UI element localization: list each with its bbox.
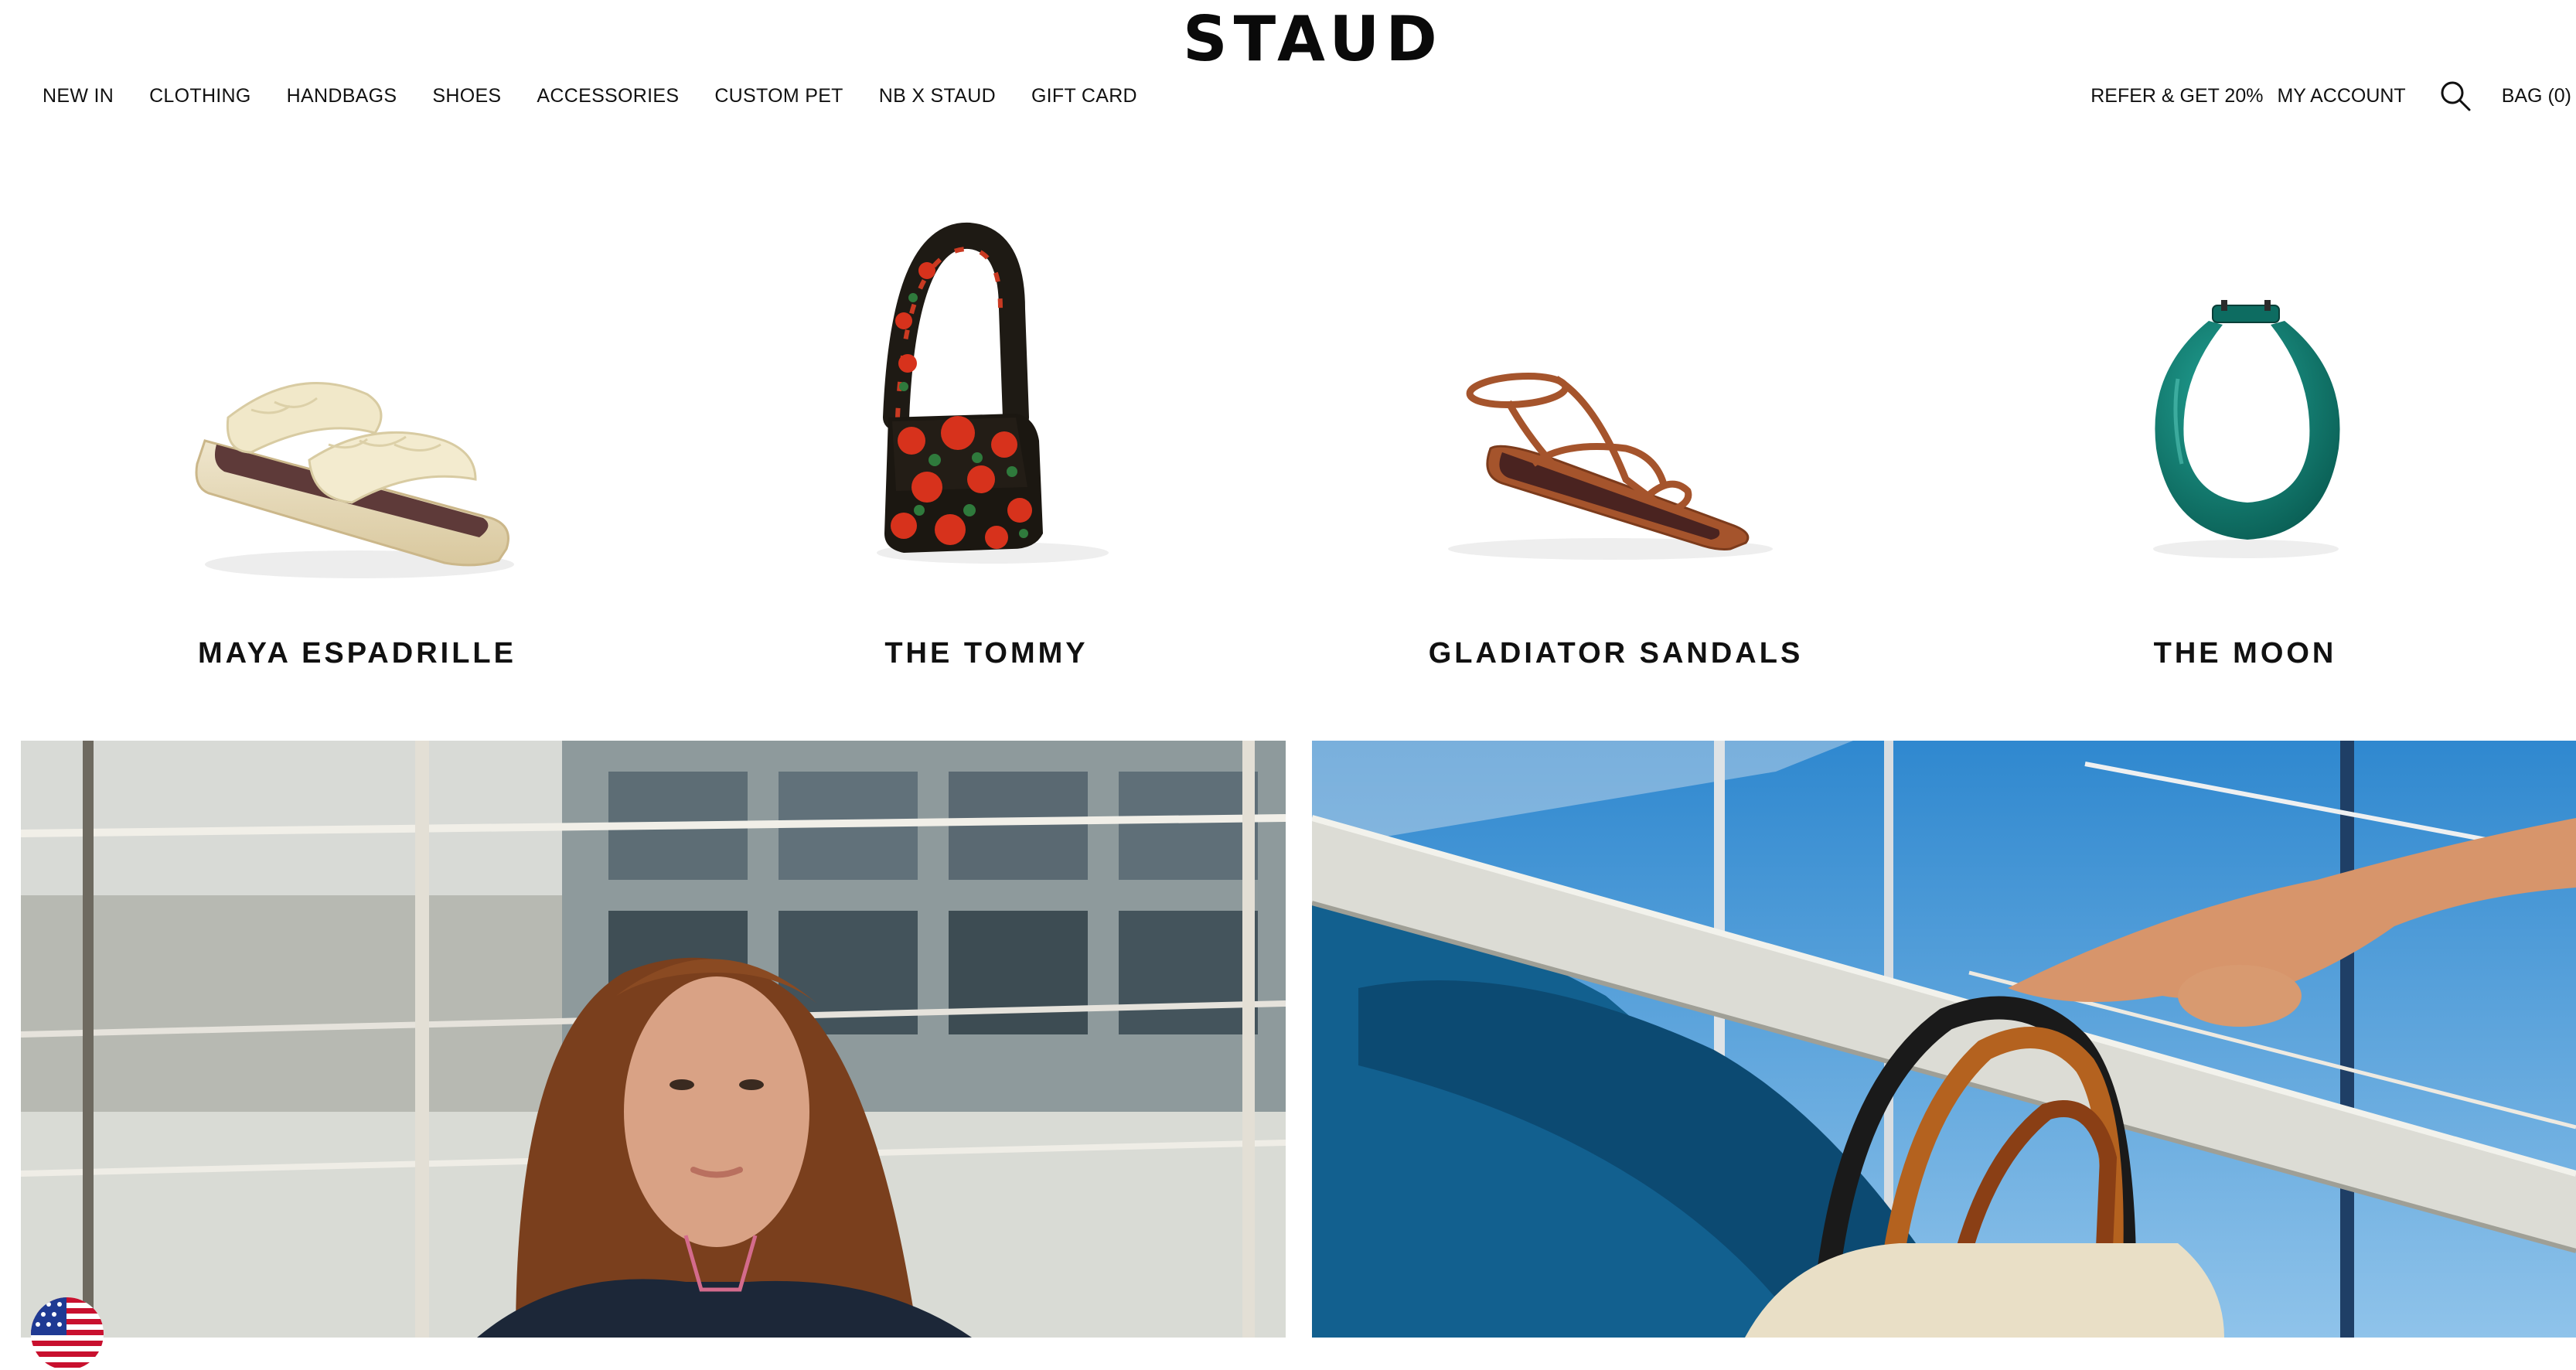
nav-nb-x-staud[interactable]: NB X STAUD <box>879 85 996 107</box>
nav-clothing[interactable]: CLOTHING <box>149 85 251 107</box>
model-photo <box>21 741 1286 1338</box>
nav-shoes[interactable]: SHOES <box>432 85 501 107</box>
refer-link[interactable]: REFER & GET 20% <box>2090 85 2263 107</box>
us-flag-icon[interactable] <box>31 1297 104 1370</box>
product-tile-gladiator-sandals[interactable]: GLADIATOR SANDALS <box>1301 186 1930 696</box>
product-tile-the-moon[interactable]: THE MOON <box>1930 186 2560 696</box>
product-name[interactable]: GLADIATOR SANDALS <box>1301 637 1930 670</box>
nav-new-in[interactable]: NEW IN <box>43 85 114 107</box>
bag-link[interactable]: BAG (0) <box>2502 85 2571 107</box>
moon-bag-image <box>2153 300 2340 558</box>
product-name[interactable]: THE MOON <box>1930 637 2560 670</box>
search-icon[interactable] <box>2438 79 2472 113</box>
nav-gift-card[interactable]: GIFT CARD <box>1031 85 1137 107</box>
nav-accessories[interactable]: ACCESSORIES <box>537 85 679 107</box>
nav-handbags[interactable]: HANDBAGS <box>287 85 397 107</box>
product-name[interactable]: MAYA ESPADRILLE <box>43 637 672 670</box>
hero-image-bag[interactable] <box>1312 741 2576 1338</box>
utility-nav: REFER & GET 20% MY ACCOUNT BAG (0) <box>2090 80 2576 111</box>
main-nav: NEW IN CLOTHING HANDBAGS SHOES ACCESSORI… <box>43 80 1173 111</box>
espadrille-image <box>195 382 514 578</box>
my-account-link[interactable]: MY ACCOUNT <box>2277 85 2405 107</box>
nav-custom-pet[interactable]: CUSTOM PET <box>714 85 843 107</box>
sandal-image <box>1448 373 1773 560</box>
sailboat-photo <box>1312 741 2576 1338</box>
product-name[interactable]: THE TOMMY <box>672 637 1301 670</box>
tommy-bag-image <box>877 222 1109 564</box>
hero-image-model[interactable] <box>21 741 1286 1338</box>
staud-logo[interactable]: STAUD <box>1183 9 1437 70</box>
product-tile-the-tommy[interactable]: THE TOMMY <box>672 186 1301 696</box>
product-tile-maya-espadrille[interactable]: MAYA ESPADRILLE <box>43 186 672 696</box>
